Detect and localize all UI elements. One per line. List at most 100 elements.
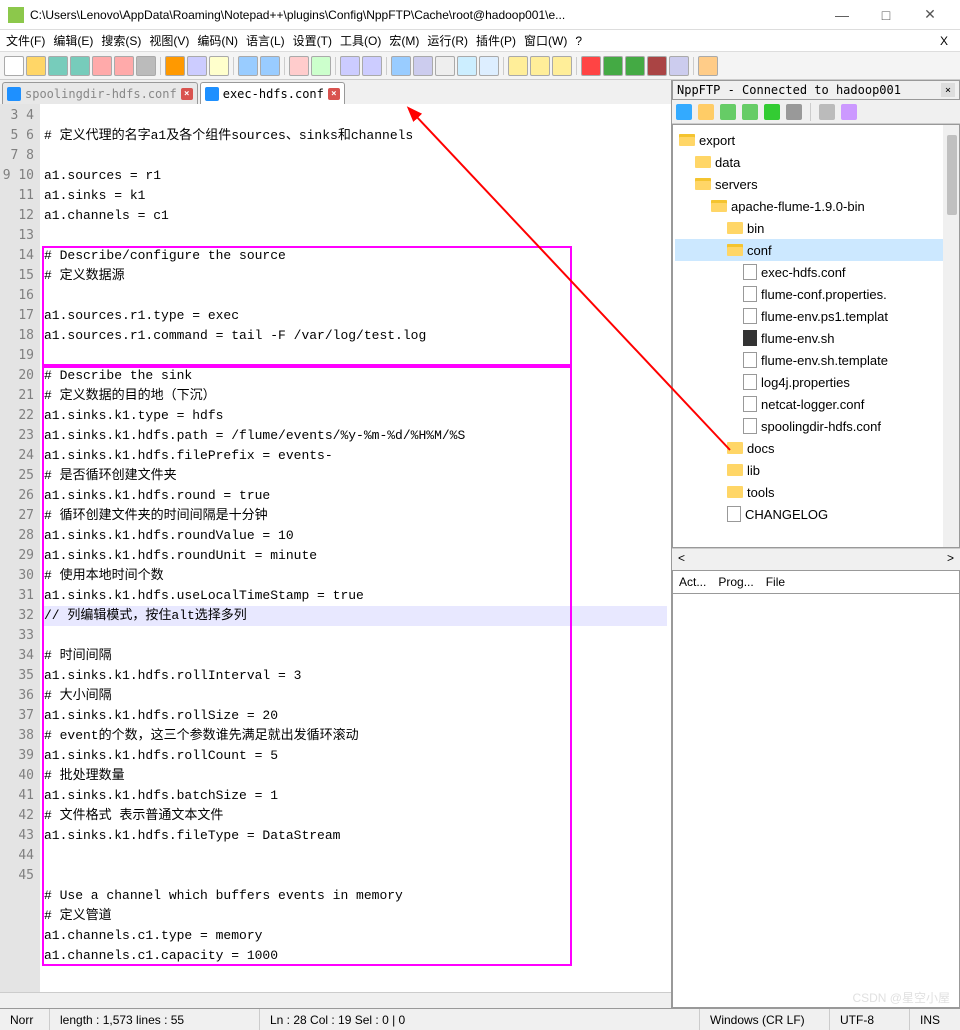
tree-item[interactable]: tools (675, 481, 957, 503)
tree-item-label: log4j.properties (761, 375, 850, 390)
tree-item[interactable]: flume-conf.properties. (675, 283, 957, 305)
play-icon[interactable] (603, 56, 623, 76)
close-icon[interactable]: × (181, 88, 193, 100)
menu-search[interactable]: 搜索(S) (101, 32, 141, 49)
tree-item[interactable]: CHANGELOG (675, 503, 957, 525)
tree-item[interactable]: apache-flume-1.9.0-bin (675, 195, 957, 217)
close-icon[interactable]: × (328, 88, 340, 100)
paste-icon[interactable] (209, 56, 229, 76)
tab-label: spoolingdir-hdfs.conf (25, 87, 177, 101)
cloud-icon[interactable] (698, 56, 718, 76)
undo-icon[interactable] (238, 56, 258, 76)
panel-close-icon[interactable]: × (941, 83, 955, 97)
tree-item[interactable]: log4j.properties (675, 371, 957, 393)
sync-icon[interactable] (391, 56, 411, 76)
tree-item[interactable]: flume-env.sh (675, 327, 957, 349)
tree-item[interactable]: exec-hdfs.conf (675, 261, 957, 283)
menu-encoding[interactable]: 编码(N) (197, 32, 238, 49)
new-icon[interactable] (4, 56, 24, 76)
menu-tools[interactable]: 工具(O) (340, 32, 381, 49)
menu-edit[interactable]: 编辑(E) (53, 32, 93, 49)
tree-item[interactable]: servers (675, 173, 957, 195)
tree-item[interactable]: netcat-logger.conf (675, 393, 957, 415)
tab-exec-hdfs[interactable]: exec-hdfs.conf × (200, 82, 345, 104)
close-icon[interactable] (92, 56, 112, 76)
stop-icon[interactable] (786, 104, 802, 120)
docn-icon[interactable] (552, 56, 572, 76)
tree-item[interactable]: lib (675, 459, 957, 481)
status-eol: Windows (CR LF) (700, 1009, 830, 1030)
fold-icon[interactable] (479, 56, 499, 76)
playstop-icon[interactable] (647, 56, 667, 76)
zoomout-icon[interactable] (362, 56, 382, 76)
editor[interactable]: 3 4 5 6 7 8 9 10 11 12 13 14 15 16 17 18… (0, 104, 671, 992)
tree-item-label: export (699, 133, 735, 148)
saveall-icon[interactable] (70, 56, 90, 76)
tree-item[interactable]: flume-env.sh.template (675, 349, 957, 371)
playlist-icon[interactable] (669, 56, 689, 76)
nav-right-icon[interactable]: > (947, 551, 954, 565)
download-icon[interactable] (742, 104, 758, 120)
log-tabs: Act... Prog... File (672, 570, 960, 594)
tree-scrollbar[interactable] (943, 125, 959, 547)
maximize-button[interactable]: □ (864, 1, 908, 29)
minimize-button[interactable]: — (820, 1, 864, 29)
chars-icon[interactable] (435, 56, 455, 76)
close-button[interactable]: ✕ (908, 1, 952, 29)
tree-item[interactable]: data (675, 151, 957, 173)
toolbar (0, 52, 960, 80)
menu-macro[interactable]: 宏(M) (389, 32, 419, 49)
nav-left-icon[interactable]: < (678, 551, 685, 565)
grid-icon[interactable] (841, 104, 857, 120)
closeall-icon[interactable] (114, 56, 134, 76)
tab-progress[interactable]: Prog... (718, 575, 753, 589)
line-gutter: 3 4 5 6 7 8 9 10 11 12 13 14 15 16 17 18… (0, 104, 40, 992)
wrap-icon[interactable] (413, 56, 433, 76)
find-icon[interactable] (289, 56, 309, 76)
gear-icon[interactable] (819, 104, 835, 120)
redo-icon[interactable] (260, 56, 280, 76)
tree-item[interactable]: conf (675, 239, 957, 261)
zoomin-icon[interactable] (340, 56, 360, 76)
cut-icon[interactable] (165, 56, 185, 76)
tree-item[interactable]: docs (675, 437, 957, 459)
tree-item[interactable]: spoolingdir-hdfs.conf (675, 415, 957, 437)
tab-spoolingdir[interactable]: spoolingdir-hdfs.conf × (2, 82, 198, 104)
horizontal-scrollbar[interactable] (0, 992, 671, 1008)
doc1-icon[interactable] (508, 56, 528, 76)
file-icon (743, 352, 757, 368)
menu-settings[interactable]: 设置(T) (293, 32, 332, 49)
tree-item[interactable]: flume-env.ps1.templat (675, 305, 957, 327)
code-area[interactable]: # 定义代理的名字a1及各个组件sources、sinks和channels a… (40, 104, 671, 992)
tree-item-label: servers (715, 177, 758, 192)
rec-icon[interactable] (581, 56, 601, 76)
tab-file[interactable]: File (766, 575, 785, 589)
doc2-icon[interactable] (530, 56, 550, 76)
tree-item-label: conf (747, 243, 772, 258)
open-icon[interactable] (26, 56, 46, 76)
tab-actions[interactable]: Act... (679, 575, 706, 589)
upload-icon[interactable] (720, 104, 736, 120)
folder-open-icon[interactable] (698, 104, 714, 120)
menu-window[interactable]: 窗口(W) (524, 32, 567, 49)
playfast-icon[interactable] (625, 56, 645, 76)
print-icon[interactable] (136, 56, 156, 76)
replace-icon[interactable] (311, 56, 331, 76)
status-type: Norr (0, 1009, 50, 1030)
menu-plugins[interactable]: 插件(P) (476, 32, 516, 49)
copy-icon[interactable] (187, 56, 207, 76)
menu-language[interactable]: 语言(L) (246, 32, 285, 49)
menu-help[interactable]: ? (575, 34, 582, 48)
save-icon[interactable] (48, 56, 68, 76)
panel-title: NppFTP - Connected to hadoop001 × (672, 80, 960, 100)
menubar-close[interactable]: X (940, 34, 948, 48)
remote-tree[interactable]: export data servers apache-flume-1.9.0-binb… (672, 124, 960, 548)
menu-run[interactable]: 运行(R) (427, 32, 468, 49)
menu-view[interactable]: 视图(V) (149, 32, 189, 49)
indent-icon[interactable] (457, 56, 477, 76)
tree-item[interactable]: bin (675, 217, 957, 239)
link-icon[interactable] (676, 104, 692, 120)
menu-file[interactable]: 文件(F) (6, 32, 45, 49)
refresh-icon[interactable] (764, 104, 780, 120)
tree-item[interactable]: export (675, 129, 957, 151)
